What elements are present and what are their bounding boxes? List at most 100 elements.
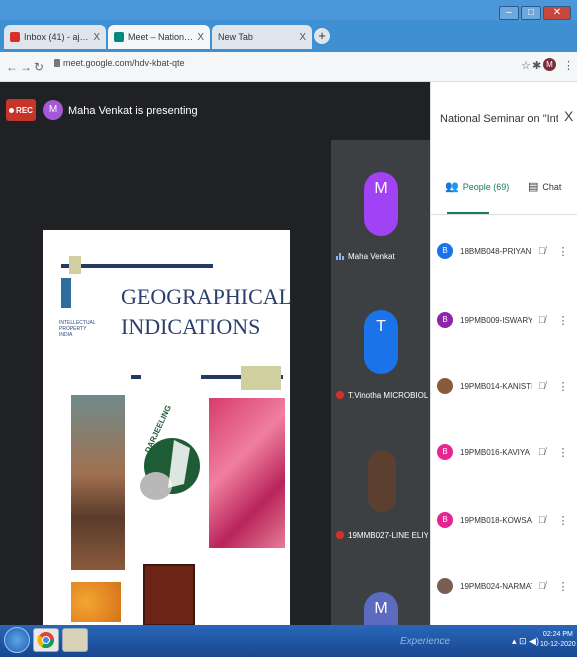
mic-muted-icon: 🎙̸ bbox=[538, 446, 546, 458]
mic-muted-icon: 🎙̸ bbox=[538, 514, 546, 526]
painting-photo bbox=[143, 564, 195, 626]
record-dot-icon bbox=[9, 107, 15, 113]
person-name: 19PMB009-ISWARYA R... bbox=[460, 315, 532, 325]
taskbar-brand: Experience bbox=[400, 636, 451, 647]
close-window-button[interactable]: ✕ bbox=[543, 6, 571, 20]
screen: – □ ✕ Inbox (41) - ajitha.c@hicas.ac.in … bbox=[0, 0, 577, 657]
tab-meet[interactable]: Meet – National Seminar on X bbox=[108, 25, 210, 49]
more-options-icon[interactable]: ⋮ bbox=[558, 245, 569, 258]
mic-off-icon bbox=[336, 531, 344, 539]
tab-close-icon[interactable]: X bbox=[197, 32, 204, 43]
slide-accent bbox=[69, 256, 81, 274]
tab-close-icon[interactable]: X bbox=[299, 32, 306, 43]
meet-icon bbox=[114, 32, 124, 42]
darjeeling-logo: DARJEELING bbox=[140, 404, 200, 500]
presenting-text: Maha Venkat is presenting bbox=[68, 105, 198, 117]
slide-divider bbox=[61, 264, 213, 268]
rec-label: REC bbox=[16, 105, 33, 115]
speaking-indicator-icon bbox=[336, 252, 344, 260]
bookmark-star-icon[interactable]: ☆ bbox=[521, 59, 531, 72]
tab-people[interactable]: 👥 People (69) bbox=[445, 180, 509, 193]
mic-off-icon bbox=[336, 391, 344, 399]
people-icon: 👥 bbox=[445, 181, 459, 193]
tab-people-label: People (69) bbox=[462, 181, 510, 192]
list-item[interactable]: 19PMB024-NARMATHA... 🎙̸ ⋮ bbox=[437, 572, 572, 600]
oranges-photo bbox=[71, 582, 121, 622]
recording-badge: REC bbox=[6, 99, 36, 121]
panel-title: National Seminar on "Introduction... bbox=[440, 113, 558, 125]
list-item[interactable]: 19PMB014-KANISTELLA... 🎙̸ ⋮ bbox=[437, 372, 572, 400]
back-icon[interactable]: ← bbox=[6, 60, 18, 74]
mic-muted-icon: 🎙̸ bbox=[538, 580, 546, 592]
list-item[interactable]: B 19PMB009-ISWARYA R... 🎙̸ ⋮ bbox=[437, 306, 572, 334]
new-tab-button[interactable]: + bbox=[314, 28, 330, 44]
pottery-photo bbox=[71, 395, 125, 570]
list-item[interactable]: B 19PMB018-KOWSALYA... 🎙̸ ⋮ bbox=[437, 506, 572, 534]
list-item[interactable]: B 18BMB048-PRIYANKA B... 🎙̸ ⋮ bbox=[437, 237, 572, 265]
mic-muted-icon: 🎙̸ bbox=[538, 245, 546, 257]
slide-title-line2: INDICATIONS bbox=[121, 314, 261, 339]
tab-inbox[interactable]: Inbox (41) - ajitha.c@hicas.ac.in X bbox=[4, 25, 106, 49]
menu-icon[interactable]: ⋮ bbox=[563, 59, 574, 72]
more-options-icon[interactable]: ⋮ bbox=[558, 314, 569, 327]
minimize-button[interactable]: – bbox=[499, 6, 519, 20]
gmail-icon bbox=[10, 32, 20, 42]
tab-chat[interactable]: ▤ Chat bbox=[528, 180, 561, 193]
avatar: B bbox=[437, 312, 453, 328]
tab-label: New Tab bbox=[218, 32, 253, 42]
reload-icon[interactable]: ↻ bbox=[34, 60, 44, 74]
participant-name: Maha Venkat bbox=[348, 252, 395, 261]
more-options-icon[interactable]: ⋮ bbox=[558, 580, 569, 593]
person-name: 19PMB018-KOWSALYA... bbox=[460, 515, 532, 525]
panel-divider bbox=[430, 214, 577, 215]
ip-india-logo bbox=[61, 278, 71, 308]
forward-icon[interactable]: → bbox=[20, 60, 32, 74]
maximize-button[interactable]: □ bbox=[521, 6, 541, 20]
start-button[interactable] bbox=[4, 627, 30, 653]
file-explorer-icon[interactable] bbox=[62, 628, 88, 652]
more-options-icon[interactable]: ⋮ bbox=[558, 446, 569, 459]
slide-title: GEOGRAPHICAL INDICATIONS bbox=[121, 282, 293, 342]
avatar-photo bbox=[437, 578, 453, 594]
tab-new[interactable]: New Tab X bbox=[212, 25, 312, 49]
participant-name: T.Vinotha MICROBIOLOGY bbox=[348, 391, 428, 400]
chat-icon: ▤ bbox=[528, 181, 539, 193]
mic-muted-icon: 🎙̸ bbox=[538, 380, 546, 392]
participant-name: 19MMB027-LINE ELIYAT Y... bbox=[348, 531, 428, 540]
tab-label: Meet – National Seminar on bbox=[128, 32, 193, 42]
chrome-icon[interactable] bbox=[33, 628, 59, 652]
url-input[interactable]: meet.google.com/hdv-kbat-qte bbox=[63, 58, 185, 68]
tab-label: Inbox (41) - ajitha.c@hicas.ac.in bbox=[24, 32, 90, 42]
profile-avatar[interactable]: M bbox=[543, 58, 556, 71]
system-clock[interactable]: 02:24 PM 10-12-2020 bbox=[540, 630, 576, 650]
person-name: 19PMB014-KANISTELLA... bbox=[460, 381, 532, 391]
person-name: 19PMB024-NARMATHA... bbox=[460, 581, 532, 591]
mic-muted-icon: 🎙̸ bbox=[538, 314, 546, 326]
people-panel bbox=[430, 82, 577, 625]
tray-icons[interactable]: ▴ ⊡ ◀) bbox=[512, 636, 539, 647]
more-options-icon[interactable]: ⋮ bbox=[558, 514, 569, 527]
clock-date: 10-12-2020 bbox=[540, 641, 576, 648]
participant-photo bbox=[368, 450, 396, 512]
lock-icon bbox=[54, 59, 60, 67]
slide-accent bbox=[241, 366, 281, 390]
person-name: 18BMB048-PRIYANKA B... bbox=[460, 246, 532, 256]
avatar: B bbox=[437, 512, 453, 528]
slide-divider bbox=[131, 375, 141, 379]
ip-india-label: INTELLECTUAL PROPERTY INDIA bbox=[59, 320, 96, 338]
avatar-photo bbox=[437, 378, 453, 394]
participant-avatar: M bbox=[364, 172, 398, 236]
avatar: B bbox=[437, 243, 453, 259]
slide-title-line1: GEOGRAPHICAL bbox=[121, 284, 293, 309]
close-panel-icon[interactable]: X bbox=[564, 108, 573, 124]
saree-photo bbox=[209, 398, 285, 548]
list-item[interactable]: B 19PMB016-KAVIYA PRIY... 🎙̸ ⋮ bbox=[437, 438, 572, 466]
person-name: 19PMB016-KAVIYA PRIY... bbox=[460, 447, 532, 457]
participant-avatar: T bbox=[364, 310, 398, 374]
presenter-avatar: M bbox=[43, 100, 63, 120]
more-options-icon[interactable]: ⋮ bbox=[558, 380, 569, 393]
presentation-slide: INTELLECTUAL PROPERTY INDIA GEOGRAPHICAL… bbox=[43, 230, 293, 626]
clock-time: 02:24 PM bbox=[542, 631, 573, 638]
tab-close-icon[interactable]: X bbox=[93, 32, 100, 43]
extension-icon[interactable]: ✱ bbox=[532, 59, 541, 72]
